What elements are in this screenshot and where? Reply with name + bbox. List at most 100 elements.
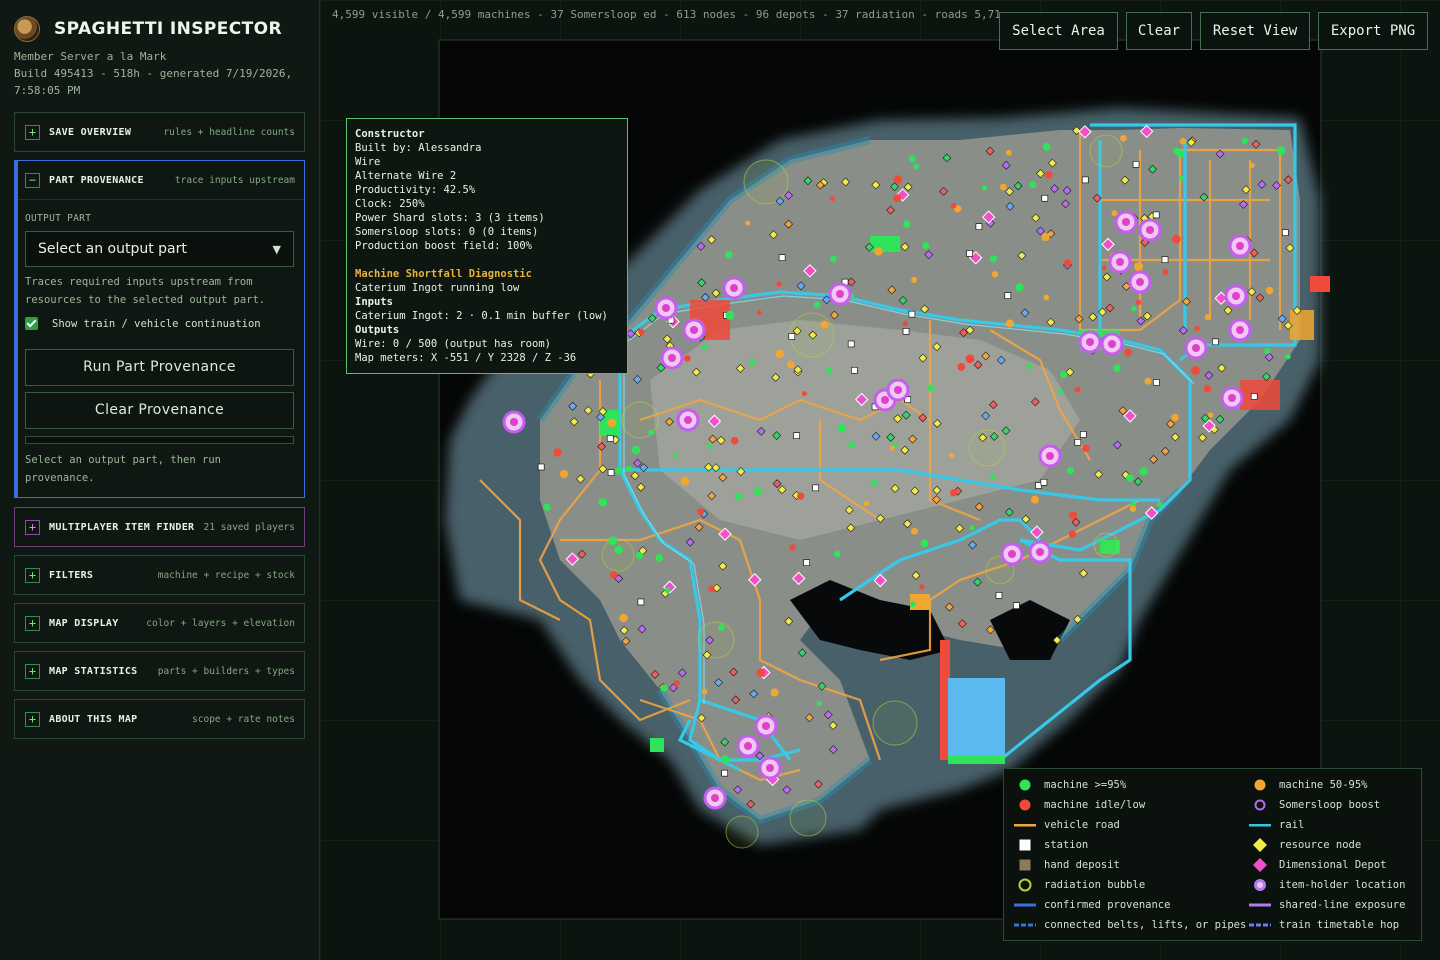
machine-marker (776, 281, 782, 287)
ring-icon (1254, 799, 1266, 811)
panel-header[interactable]: − PART PROVENANCE trace inputs upstream (18, 161, 304, 200)
machine-marker (697, 508, 705, 516)
somersloop-core (894, 386, 902, 394)
station-marker (1013, 602, 1020, 609)
checkbox-checked-icon[interactable] (25, 317, 38, 330)
provenance-line-icon (1014, 903, 1036, 907)
station-marker (1161, 256, 1169, 263)
diagnostic-title: Machine Shortfall Diagnostic (355, 268, 533, 280)
machine-marker (1042, 143, 1051, 151)
somersloop-core (1228, 394, 1236, 402)
expand-icon[interactable]: + (25, 615, 40, 631)
machine-marker (706, 443, 713, 449)
sidebar: SPAGHETTI INSPECTOR Member Server a la M… (0, 0, 320, 960)
select-area-button[interactable]: Select Area (999, 12, 1118, 50)
dashed-line-icon (1014, 923, 1036, 927)
panel-meta: 21 saved players (203, 521, 295, 533)
machine-marker (1171, 413, 1179, 422)
machine-marker (673, 680, 680, 687)
machine-marker (745, 220, 751, 226)
panel-meta: machine + recipe + stock (157, 569, 295, 581)
reset-view-button[interactable]: Reset View (1200, 12, 1310, 50)
machine-marker (826, 367, 833, 375)
expand-icon[interactable]: + (25, 663, 40, 679)
station-marker (1041, 194, 1049, 202)
machine-marker (1176, 149, 1185, 158)
panel-save-overview[interactable]: + SAVE OVERVIEW rules + headline counts (14, 112, 305, 152)
clear-provenance-button[interactable]: Clear Provenance (25, 392, 294, 429)
station-marker (812, 484, 819, 492)
machine-marker (874, 247, 883, 256)
train-continuation-toggle[interactable]: Show train / vehicle continuation (25, 317, 261, 330)
panel-map-statistics[interactable]: + MAP STATISTICS parts + builders + type… (14, 651, 305, 691)
somersloop-core (730, 284, 738, 292)
radiation-ring-icon (1018, 878, 1032, 892)
machine-marker (1044, 171, 1053, 179)
machine-marker (684, 355, 691, 362)
diamond-icon (1253, 838, 1267, 852)
expand-icon[interactable]: + (25, 124, 40, 140)
legend-connected: connected belts, lifts, or pipes (1014, 918, 1246, 932)
tooltip-somersloop-slots: Somersloop slots: 0 (0 items) (355, 226, 539, 238)
machine-marker (543, 503, 551, 511)
somersloop-core (762, 722, 770, 730)
checkbox-label: Show train / vehicle continuation (52, 317, 261, 330)
panel-item-finder[interactable]: + MULTIPLAYER ITEM FINDER 21 saved playe… (14, 507, 305, 547)
export-png-button[interactable]: Export PNG (1318, 12, 1428, 50)
machine-marker (614, 467, 623, 475)
machine-marker (913, 163, 919, 170)
app-logo (14, 16, 40, 42)
server-name: Member Server a la Mark (14, 50, 167, 63)
tooltip-boost-field: Production boost field: 100% (355, 240, 533, 252)
station-marker (975, 223, 983, 230)
collapse-icon[interactable]: − (25, 172, 40, 188)
machine-marker (1026, 363, 1033, 370)
expand-icon[interactable]: + (25, 711, 40, 727)
machine-marker (1126, 474, 1134, 482)
map-coordinates: Map meters: X -551 / Y 2328 / Z -36 (355, 352, 577, 364)
machine-marker (1074, 386, 1081, 393)
station-marker (1040, 478, 1048, 486)
machine-marker (701, 344, 708, 350)
clear-button[interactable]: Clear (1126, 12, 1192, 50)
legend-radiation: radiation bubble (1014, 878, 1145, 892)
station-marker (1281, 229, 1289, 236)
station-marker (606, 435, 614, 442)
machine-marker (770, 688, 779, 697)
machine-marker (829, 196, 835, 202)
station-marker (847, 340, 855, 348)
machine-marker (1066, 467, 1075, 475)
station-marker (1250, 393, 1258, 400)
expand-icon[interactable]: + (25, 519, 40, 535)
legend-machine-mid: machine 50-95% (1249, 778, 1368, 792)
machine-marker (922, 241, 930, 249)
machine-marker (1162, 269, 1169, 275)
legend-item-holder: item-holder location (1249, 878, 1405, 892)
machine-marker (871, 479, 878, 487)
machine-marker (1063, 258, 1072, 267)
panel-map-display[interactable]: + MAP DISPLAY color + layers + elevation (14, 603, 305, 643)
machine-marker (631, 445, 641, 455)
machine-marker (749, 359, 756, 366)
shared-line-icon (1249, 903, 1271, 907)
panel-meta: trace inputs upstream (174, 174, 295, 186)
map-stats-readout: 4,599 visible / 4,599 machines - 37 Some… (332, 8, 1000, 21)
run-provenance-button[interactable]: Run Part Provenance (25, 349, 294, 386)
panel-filters[interactable]: + FILTERS machine + recipe + stock (14, 555, 305, 595)
machine-marker (948, 452, 955, 459)
machine-marker (1241, 137, 1248, 144)
output-part-select[interactable]: Select an output part ▼ (25, 231, 294, 267)
somersloop-core (744, 742, 752, 750)
expand-icon[interactable]: + (25, 567, 40, 583)
machine-marker (1179, 137, 1187, 145)
machine-marker (801, 390, 807, 397)
station-marker (721, 769, 728, 777)
somersloop-core (690, 326, 698, 334)
somersloop-core (1136, 278, 1144, 286)
legend-hand-deposit: hand deposit (1014, 858, 1120, 872)
panel-meta: rules + headline counts (163, 126, 295, 138)
depot-diamond-icon (1253, 858, 1267, 872)
somersloop-core (684, 416, 692, 424)
somersloop-core (1232, 292, 1240, 300)
panel-about[interactable]: + ABOUT THIS MAP scope + rate notes (14, 699, 305, 739)
